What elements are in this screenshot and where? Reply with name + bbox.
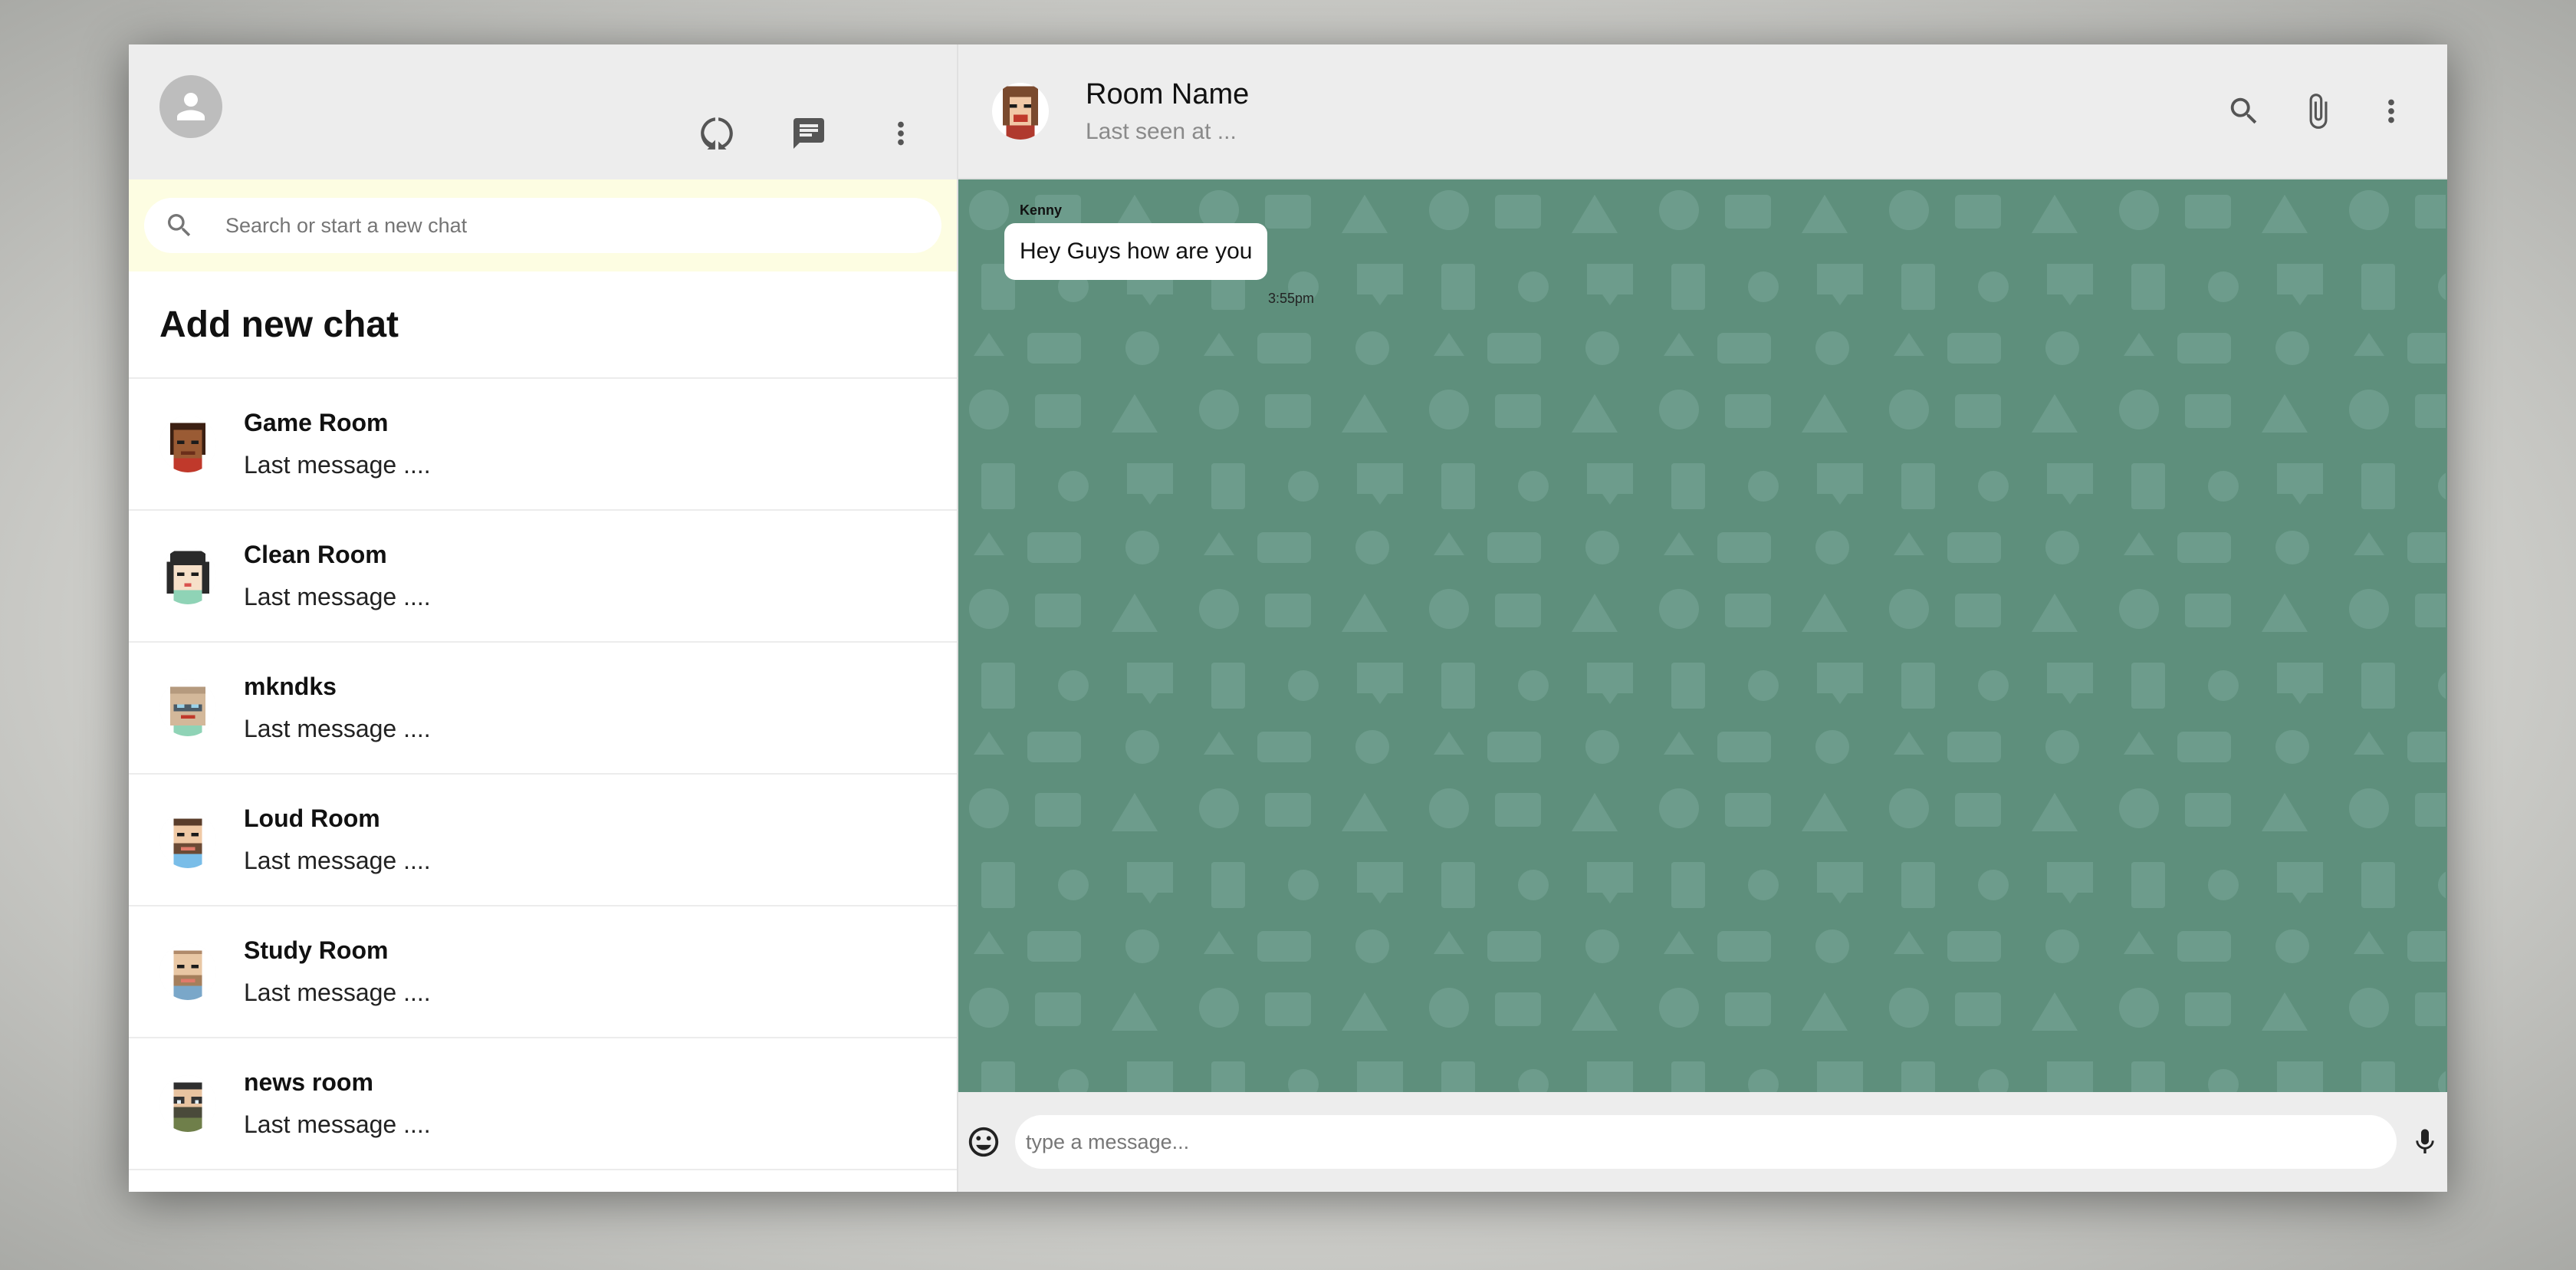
mic-icon <box>2416 1129 2434 1153</box>
chat-footer <box>958 1092 2447 1192</box>
avatar-icon <box>992 83 1049 140</box>
chat-background-pattern <box>958 179 2446 1092</box>
search-icon <box>168 214 191 237</box>
chat-last-message: Last message .... <box>244 979 431 1006</box>
chat-list-item[interactable]: mkndks Last message .... <box>129 643 957 775</box>
chat-list-item[interactable]: Game Room Last message .... <box>129 379 957 511</box>
chat-list: Game Room Last message .... Clean Room L… <box>129 379 957 1192</box>
avatar-icon <box>159 548 216 604</box>
avatar-icon <box>159 1075 216 1132</box>
chat-info: Loud Room Last message .... <box>244 804 431 875</box>
add-new-chat-label: Add new chat <box>159 304 399 345</box>
avatar <box>159 1075 216 1132</box>
avatar <box>159 943 216 1000</box>
chat-messages-area: Kenny Hey Guys how are you 3:55pm <box>958 179 2447 1092</box>
more-vert-icon <box>2388 99 2394 123</box>
chat-name: Game Room <box>244 409 389 436</box>
avatar <box>159 548 216 604</box>
chat-menu-button[interactable] <box>2366 86 2417 137</box>
attach-icon <box>2309 94 2328 129</box>
mic-button[interactable] <box>2407 1121 2443 1163</box>
chat-header: Room Name Last seen at ... <box>958 44 2447 179</box>
chat-name: news room <box>244 1068 373 1096</box>
chat-info: Clean Room Last message .... <box>244 541 431 611</box>
chat-name: mkndks <box>244 673 337 700</box>
avatar <box>159 811 216 868</box>
search-bar-container <box>129 179 957 271</box>
avatar <box>159 679 216 736</box>
message-input[interactable] <box>1026 1130 2386 1154</box>
chat-info: Game Room Last message .... <box>244 409 431 479</box>
chat-list-item[interactable]: Clean Room Last message .... <box>129 511 957 643</box>
chat-last-message: Last message .... <box>244 847 431 874</box>
status-icon <box>701 117 733 150</box>
attach-button[interactable] <box>2292 86 2343 137</box>
room-info: Room Name Last seen at ... <box>1086 78 1249 145</box>
user-avatar-icon <box>177 93 205 120</box>
chat-list-item[interactable]: Study Room Last message .... <box>129 906 957 1038</box>
chat-icon <box>794 118 824 149</box>
search-input[interactable] <box>225 213 922 238</box>
message: Kenny Hey Guys how are you 3:55pm <box>1004 202 1314 307</box>
chat-name: Clean Room <box>244 541 387 568</box>
last-seen: Last seen at ... <box>1086 118 1237 144</box>
chat-last-message: Last message .... <box>244 715 431 742</box>
room-name: Room Name <box>1086 77 1250 110</box>
chat-name: Loud Room <box>244 804 380 832</box>
message-bubble[interactable]: Hey Guys how are you <box>1004 223 1268 280</box>
sidebar-header <box>129 44 957 179</box>
chat-last-message: Last message .... <box>244 583 431 610</box>
emoji-icon <box>968 1127 999 1157</box>
avatar-icon <box>159 416 216 472</box>
chat-panel: Room Name Last seen at ... Kenny Hey Guy… <box>958 44 2447 1192</box>
chat-last-message: Last message .... <box>244 1110 431 1138</box>
message-timestamp: 3:55pm <box>1268 291 1315 306</box>
avatar-icon <box>159 679 216 736</box>
chat-info: news room Last message .... <box>244 1068 431 1139</box>
chat-header-actions <box>2219 86 2417 137</box>
sidebar-menu-button[interactable] <box>876 108 926 159</box>
chat-list-item[interactable]: Loud Room Last message .... <box>129 775 957 906</box>
chat-list-item[interactable]: news room Last message .... <box>129 1038 957 1170</box>
search-icon <box>2230 97 2257 124</box>
emoji-button[interactable] <box>963 1121 1004 1163</box>
message-input-box <box>1015 1115 2397 1169</box>
room-avatar[interactable] <box>992 83 1049 140</box>
chat-search-button[interactable] <box>2219 86 2269 137</box>
add-new-chat-button[interactable]: Add new chat <box>129 271 957 379</box>
app-window: Add new chat <box>129 44 2447 1192</box>
more-vert-icon <box>898 121 904 146</box>
avatar-icon <box>159 943 216 1000</box>
user-avatar[interactable] <box>159 75 222 138</box>
avatar <box>159 416 216 472</box>
message-sender: Kenny <box>1020 202 1063 218</box>
sidebar: Add new chat <box>129 44 958 1192</box>
chat-last-message: Last message .... <box>244 451 431 479</box>
chat-name: Study Room <box>244 936 389 964</box>
search-box <box>144 198 941 253</box>
chat-info: mkndks Last message .... <box>244 673 431 743</box>
chat-info: Study Room Last message .... <box>244 936 431 1007</box>
sidebar-header-actions <box>692 108 926 159</box>
status-button[interactable] <box>692 108 742 159</box>
avatar-icon <box>159 811 216 868</box>
new-chat-button[interactable] <box>784 108 834 159</box>
